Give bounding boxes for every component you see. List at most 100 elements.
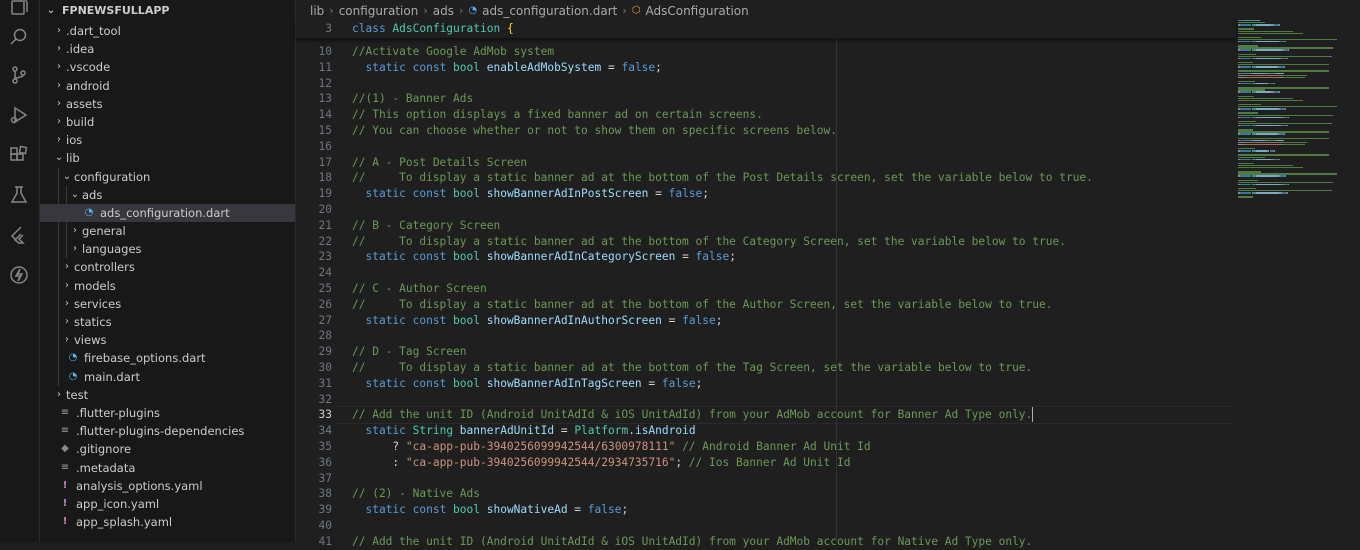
folder-item[interactable]: ⌄ ads [40, 185, 295, 204]
code-line[interactable]: 15 // You can choose whether or not to sh… [296, 123, 837, 139]
code-token: = [641, 376, 662, 390]
minimap[interactable] [1238, 16, 1360, 542]
folder-item[interactable]: › languages [40, 240, 295, 259]
code-line[interactable]: 28 [296, 328, 332, 344]
indent-guide [74, 203, 75, 223]
folder-item[interactable]: › android [40, 77, 295, 95]
file-item[interactable]: ◔ ads_configuration.dart [40, 203, 295, 223]
code-line[interactable]: 29 // D - Tag Screen [296, 344, 467, 360]
folder-item[interactable]: › general [40, 222, 295, 241]
code-line[interactable]: 30 // To display a static banner ad at th… [296, 360, 1033, 376]
testing-icon[interactable] [8, 184, 30, 206]
code-line[interactable]: 37 [296, 471, 332, 487]
code-line[interactable]: 36 : "ca-app-pub-3940256099942544/293473… [296, 455, 851, 471]
code-token: = [567, 503, 588, 517]
code-line[interactable]: 32 [296, 392, 332, 408]
chevron-right-icon: › [73, 243, 77, 255]
code-line[interactable]: 38 // (2) - Native Ads [296, 486, 480, 502]
code-line[interactable]: 27 static const bool showBannerAdInAutho… [296, 313, 723, 329]
folder-item[interactable]: › services [40, 294, 295, 313]
code-line[interactable]: 22 // To display a static banner ad at th… [296, 234, 1066, 250]
code-line[interactable]: 3 class AdsConfiguration { [296, 21, 513, 37]
file-item[interactable]: ◔ main.dart [40, 367, 295, 386]
code-line[interactable]: 16 [296, 139, 332, 155]
tree-item-label: test [66, 387, 89, 402]
code-line[interactable]: 26 // To display a static banner ad at th… [296, 297, 1053, 313]
file-item[interactable]: ◆ .gitignore [40, 440, 295, 458]
folder-item[interactable]: › controllers [40, 258, 295, 277]
minimap-line [1278, 24, 1280, 26]
run-debug-icon[interactable] [8, 104, 30, 126]
code-token: // Add the unit ID (Android UnitAdId & i… [352, 408, 1033, 422]
folder-item[interactable]: › ios [40, 131, 295, 149]
bolt-icon[interactable] [8, 264, 30, 286]
source-control-icon[interactable] [8, 64, 30, 86]
explorer-root-label: FPNEWSFULLAPP [62, 4, 170, 17]
extensions-icon[interactable] [8, 144, 30, 166]
tree-item-label: configuration [74, 169, 151, 184]
code-token: { [506, 22, 514, 35]
git-file-icon: ◆ [61, 443, 69, 455]
code-line[interactable]: 11 static const bool enableAdMobSystem =… [296, 60, 662, 76]
tree-item-label: models [74, 278, 116, 293]
folder-item[interactable]: ⌄ configuration [40, 167, 295, 186]
code-line[interactable]: 33 // Add the unit ID (Android UnitAdId &… [296, 407, 1034, 423]
code-line[interactable]: 40 [296, 518, 332, 534]
minimap-line [1239, 116, 1252, 118]
minimap-line [1238, 32, 1303, 34]
breadcrumb-item[interactable]: lib [310, 0, 324, 22]
code-token: bool [453, 313, 487, 327]
code-token: ; [621, 503, 629, 517]
tree-item-label: general [82, 224, 126, 239]
code-line[interactable]: 12 [296, 76, 332, 92]
folder-item[interactable]: ⌄ lib [40, 149, 295, 167]
folder-item[interactable]: › .idea [40, 40, 295, 58]
folder-item[interactable]: › .dart_tool [40, 22, 295, 40]
breadcrumb-item[interactable]: ads [433, 0, 454, 22]
folder-item[interactable]: › models [40, 276, 295, 295]
code-line[interactable]: 21 // B - Category Screen [296, 218, 501, 234]
chevron-right-icon: › [65, 316, 69, 327]
code-line[interactable]: 39 static const bool showNativeAd = fals… [296, 502, 629, 518]
explorer-root[interactable]: ⌄ FPNEWSFULLAPP [40, 0, 295, 22]
code-token: static const [365, 187, 454, 201]
code-line[interactable]: 24 [296, 265, 332, 281]
folder-item[interactable]: › test [40, 386, 295, 404]
folder-item[interactable]: › .vscode [40, 58, 295, 76]
code-line[interactable]: 19 static const bool showBannerAdInPostS… [296, 186, 710, 202]
code-line[interactable]: 25 // C - Author Screen [296, 281, 487, 297]
code-line[interactable]: 18 // To display a static banner ad at th… [296, 170, 1093, 186]
code-line[interactable]: 31 static const bool showBannerAdInTagSc… [296, 376, 703, 392]
code-text: static String bannerAdUnitId = Platform.… [352, 423, 695, 439]
folder-item[interactable]: › build [40, 113, 295, 131]
tree-item-label: languages [82, 242, 142, 257]
code-line[interactable]: 35 ? "ca-app-pub-3940256099942544/630097… [296, 439, 871, 455]
file-item[interactable]: ◔ firebase_options.dart [40, 349, 295, 368]
code-line[interactable]: 34 static String bannerAdUnitId = Platfo… [296, 423, 696, 439]
file-item[interactable]: ! analysis_options.yaml [40, 477, 295, 495]
breadcrumb-item[interactable]: AdsConfiguration [645, 0, 748, 22]
minimap-line [1284, 175, 1286, 177]
file-item[interactable]: ≡ .flutter-plugins-dependencies [40, 422, 295, 440]
code-line[interactable]: 10 //Activate Google AdMob system [296, 44, 555, 60]
sticky-scroll[interactable]: 3 class AdsConfiguration { [296, 20, 1236, 38]
code-line[interactable]: 13 //(1) - Banner Ads [296, 91, 474, 107]
minimap-line [1239, 66, 1252, 68]
flutter-icon[interactable] [8, 224, 30, 246]
explorer-icon[interactable] [8, 0, 30, 18]
indent-guide [58, 185, 59, 204]
file-item[interactable]: ≡ .metadata [40, 459, 295, 477]
breadcrumb-item[interactable]: ads_configuration.dart [482, 0, 617, 22]
code-line[interactable]: 23 static const bool showBannerAdInCateg… [296, 249, 736, 265]
file-item[interactable]: ≡ .flutter-plugins [40, 404, 295, 422]
folder-item[interactable]: › assets [40, 95, 295, 113]
code-line[interactable]: 17 // A - Post Details Screen [296, 155, 528, 171]
breadcrumb-item[interactable]: configuration [339, 0, 419, 22]
code-line[interactable]: 14 // This option displays a fixed banner… [296, 107, 763, 123]
folder-item[interactable]: › statics [40, 313, 295, 332]
file-item[interactable]: ! app_icon.yaml [40, 495, 295, 513]
code-line[interactable]: 20 [296, 202, 332, 218]
file-item[interactable]: ! app_splash.yaml [40, 513, 295, 531]
folder-item[interactable]: › views [40, 331, 295, 350]
search-icon[interactable] [8, 26, 30, 48]
